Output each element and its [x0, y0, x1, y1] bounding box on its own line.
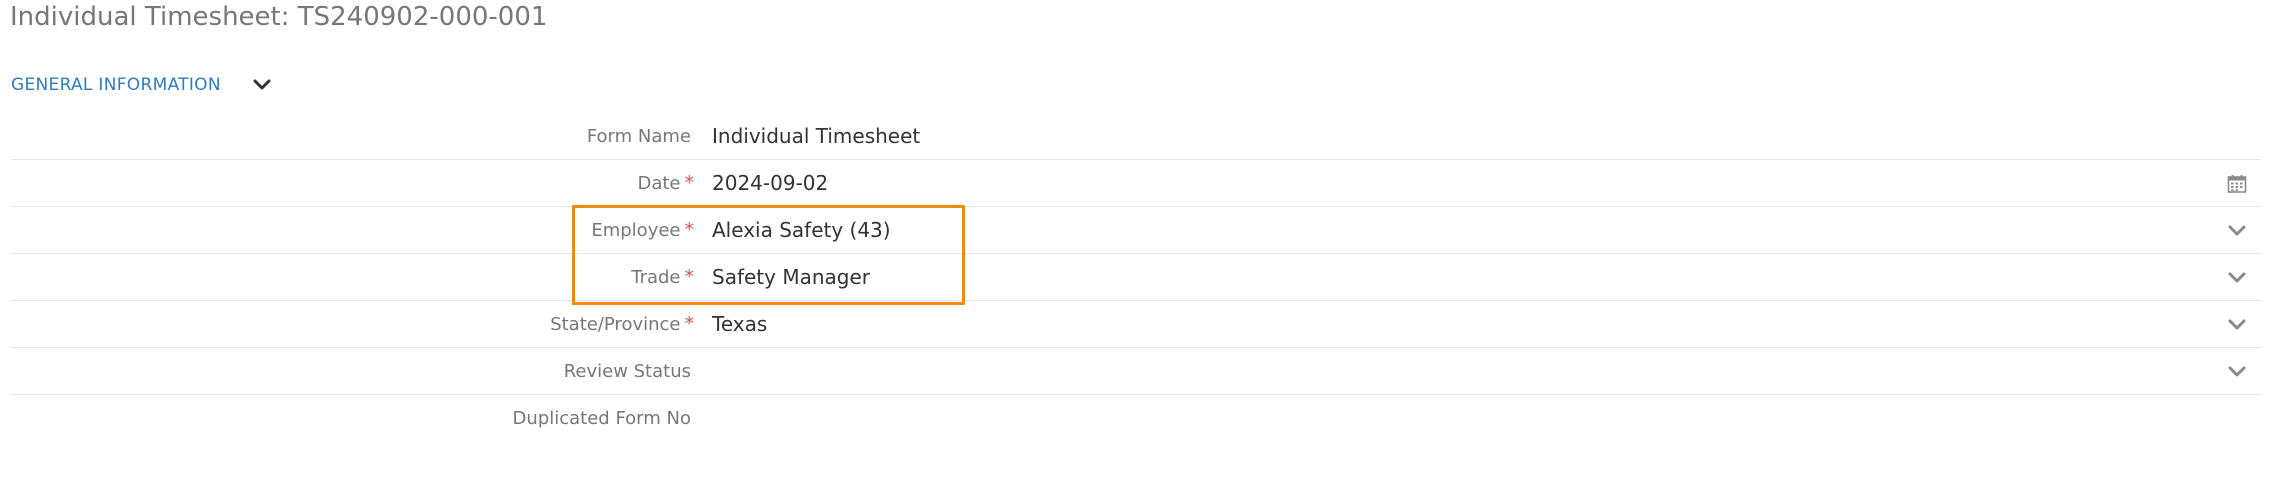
calendar-icon[interactable] — [2225, 172, 2249, 196]
section-title[interactable]: GENERAL INFORMATION — [11, 75, 221, 95]
duplicated-form-no-value — [712, 395, 2162, 442]
chevron-down-icon[interactable] — [251, 74, 273, 96]
form-row-duplicated-form-no: Duplicated Form No — [11, 395, 2261, 442]
employee-select[interactable]: Alexia Safety (43) — [712, 207, 2162, 254]
form-row-state-province: State/Province * Texas — [11, 301, 2261, 348]
review-status-label-text: Review Status — [563, 361, 691, 382]
required-marker: * — [684, 172, 695, 194]
trade-label: Trade * — [631, 254, 694, 301]
section-header-general-information: GENERAL INFORMATION — [11, 74, 273, 96]
review-status-select[interactable] — [712, 348, 2162, 395]
employee-label-text: Employee — [591, 220, 681, 241]
trade-select[interactable]: Safety Manager — [712, 254, 2162, 301]
state-province-select[interactable]: Texas — [712, 301, 2162, 348]
form-name-label: Form Name — [587, 113, 691, 160]
chevron-down-icon[interactable] — [2225, 266, 2249, 290]
form-name-value: Individual Timesheet — [712, 124, 921, 148]
date-label: Date * — [637, 160, 694, 207]
date-label-text: Date — [637, 173, 681, 194]
form-row-date: Date * 2024-09-02 — [11, 160, 2261, 207]
duplicated-form-no-label: Duplicated Form No — [513, 395, 691, 442]
form-row-employee: Employee * Alexia Safety (43) — [11, 207, 2261, 254]
state-province-label: State/Province * — [550, 301, 694, 348]
review-status-label: Review Status — [564, 348, 691, 395]
chevron-down-icon[interactable] — [2225, 360, 2249, 384]
required-marker: * — [684, 219, 695, 241]
duplicated-form-no-label-text: Duplicated Form No — [512, 408, 691, 429]
form-row-trade: Trade * Safety Manager — [11, 254, 2261, 301]
trade-label-text: Trade — [631, 267, 681, 288]
form-row-form-name: Form Name Individual Timesheet — [11, 113, 2261, 160]
chevron-down-icon[interactable] — [2225, 219, 2249, 243]
state-province-label-text: State/Province — [550, 314, 681, 335]
date-field[interactable]: 2024-09-02 — [712, 160, 2162, 207]
page-title: Individual Timesheet: TS240902-000-001 — [10, 2, 548, 32]
chevron-down-icon[interactable] — [2225, 313, 2249, 337]
required-marker: * — [684, 266, 695, 288]
general-information-form: Form Name Individual Timesheet Date * 202… — [11, 113, 2261, 442]
form-name-label-text: Form Name — [586, 126, 691, 147]
employee-label: Employee * — [591, 207, 694, 254]
required-marker: * — [684, 313, 695, 335]
form-row-review-status: Review Status — [11, 348, 2261, 395]
